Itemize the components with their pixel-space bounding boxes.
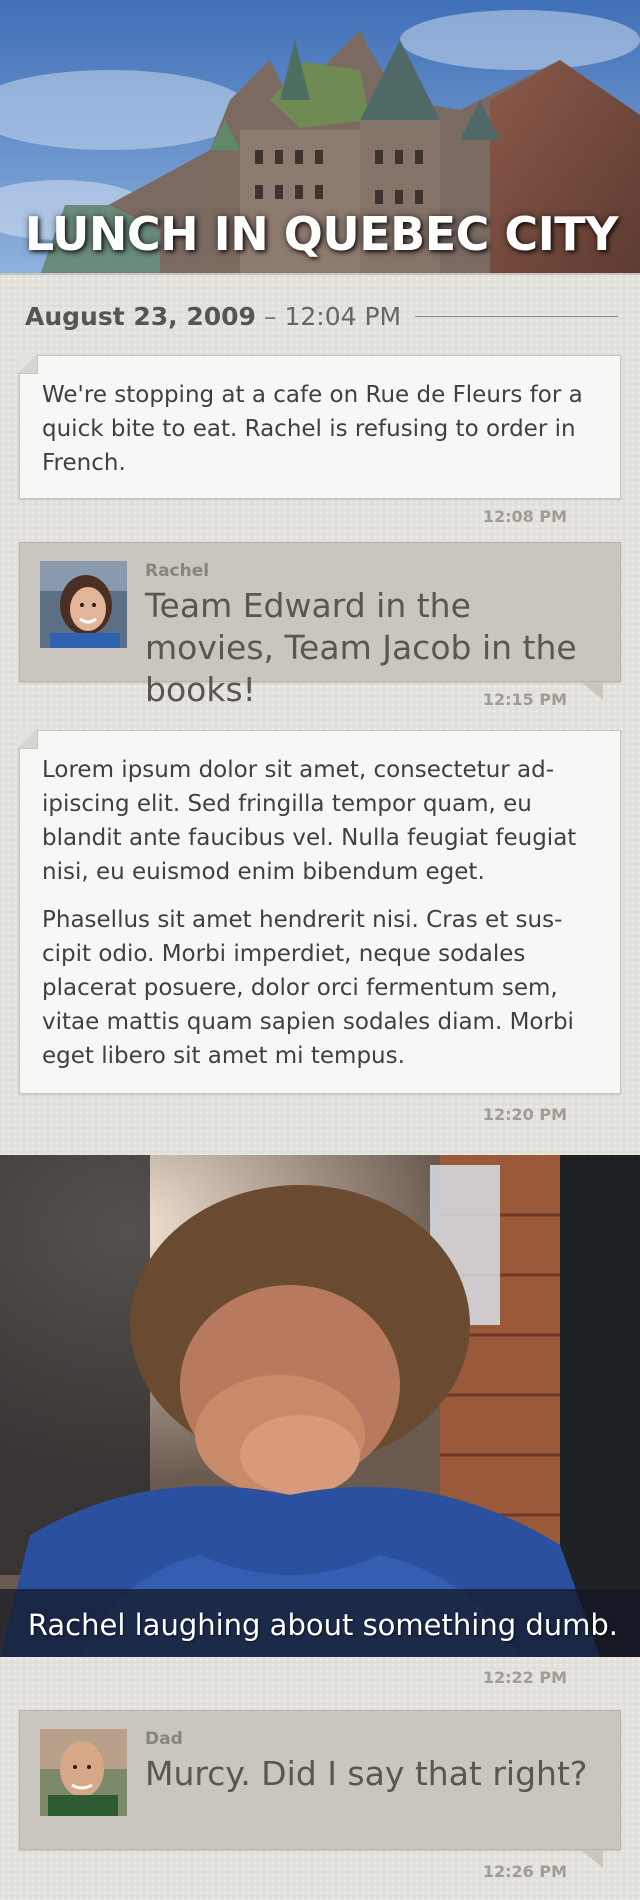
dad-avatar-image <box>40 1729 127 1816</box>
bubble-tail <box>581 682 603 700</box>
page-title: LUNCH IN QUEBEC CITY <box>24 207 619 261</box>
note-card: Lorem ipsum dolor sit amet, consectetur … <box>18 729 621 1094</box>
laughing-photo <box>0 1155 640 1657</box>
note-paragraph: Lorem ipsum dolor sit amet, consectetur … <box>42 757 577 885</box>
photo-caption: Rachel laughing about something dumb. <box>27 1608 618 1642</box>
date-time: 12:04 PM <box>284 301 402 331</box>
timestamp: 12:15 PM <box>482 690 567 709</box>
header-hero-image: LUNCH IN QUEBEC CITY <box>0 0 640 275</box>
date-separator: – <box>263 301 277 331</box>
bubble-tail <box>581 1850 603 1868</box>
avatar <box>40 1729 127 1816</box>
message-sender: Dad <box>145 1729 183 1749</box>
rachel-avatar-image <box>40 561 127 648</box>
message-card: Rachel Team Edward in the movies, Team J… <box>19 542 621 709</box>
timestamp: 12:08 PM <box>482 507 567 526</box>
photo-entry[interactable]: Rachel laughing about something dumb. <box>0 1155 640 1657</box>
date-header: August 23, 2009 – 12:04 PM <box>25 299 618 333</box>
fold-corner <box>18 354 38 374</box>
fold-corner <box>18 729 38 749</box>
message-text: Murcy. Did I say that right? <box>145 1754 588 1793</box>
message-sender: Rachel <box>145 561 210 581</box>
divider <box>415 315 618 317</box>
timestamp: 12:22 PM <box>482 1668 567 1687</box>
message-card: Dad Murcy. Did I say that right? <box>19 1710 621 1868</box>
note-text: We're stopping at a cafe on Rue de Fleur… <box>42 382 583 476</box>
note-card: We're stopping at a cafe on Rue de Fleur… <box>18 354 621 499</box>
timestamp: 12:20 PM <box>482 1105 567 1124</box>
timestamp: 12:26 PM <box>482 1862 567 1881</box>
date-label: August 23, 2009 <box>25 301 256 331</box>
note-paragraph: Phasellus sit amet hendrerit nisi. Cras … <box>42 907 574 1069</box>
avatar <box>40 561 127 648</box>
